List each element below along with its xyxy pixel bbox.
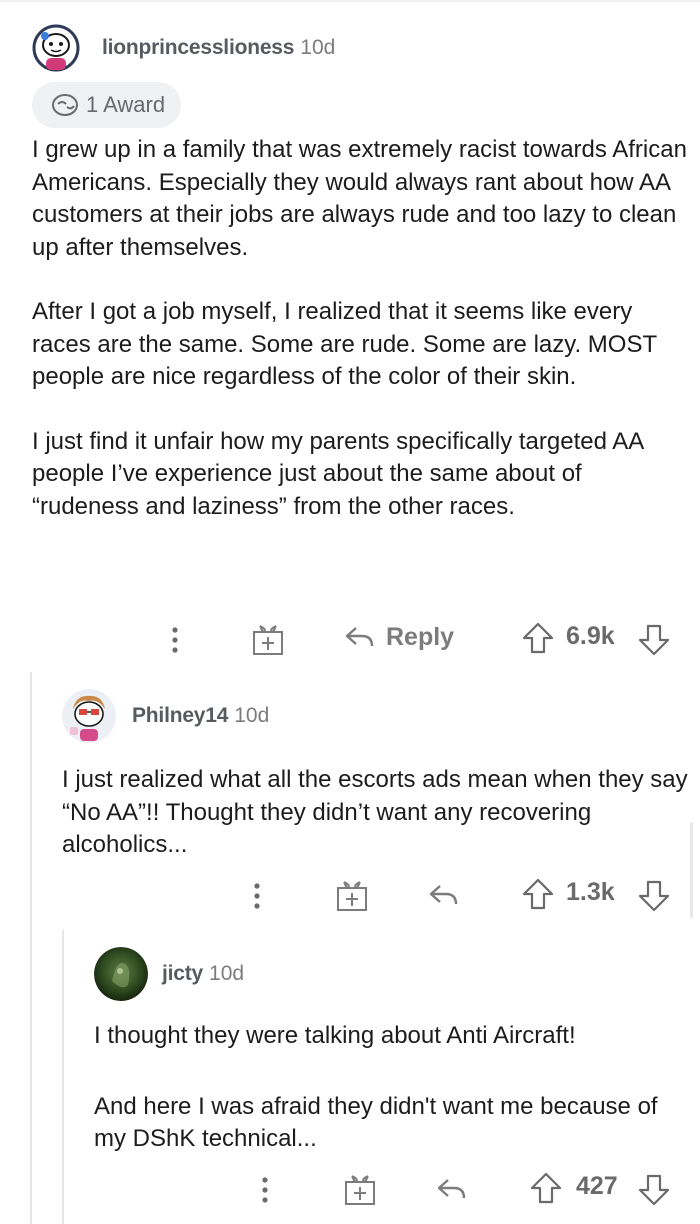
upvote-button[interactable] <box>520 876 556 912</box>
thread-line[interactable] <box>30 672 32 1224</box>
give-award-icon[interactable] <box>342 1172 378 1208</box>
vote-score: 427 <box>576 1172 618 1201</box>
thread-line[interactable] <box>62 930 64 1224</box>
avatar[interactable] <box>62 689 116 743</box>
reply-label: Reply <box>386 622 455 651</box>
comment-header: jicty 10d <box>94 947 694 1001</box>
comment: lionprincesslioness 10d 1 Award I grew u… <box>32 22 692 523</box>
comment-thread: lionprincesslioness 10d 1 Award I grew u… <box>0 0 700 1224</box>
downvote-arrow-icon <box>638 880 670 912</box>
comment-paragraph: I thought they were talking about Anti A… <box>94 1022 576 1049</box>
top-divider <box>0 0 700 2</box>
vote-score: 6.9k <box>566 622 615 651</box>
score-value: 6.9k <box>566 622 615 650</box>
username[interactable]: Philney14 <box>132 704 228 728</box>
timestamp: 10d <box>234 704 270 727</box>
comment-paragraph: I grew up in a family that was extremely… <box>32 136 687 261</box>
username[interactable]: jicty <box>162 962 203 986</box>
give-award-icon[interactable] <box>334 878 370 914</box>
avatar[interactable] <box>94 947 148 1001</box>
reply-button[interactable]: Reply <box>342 622 454 652</box>
upvote-button[interactable] <box>528 1170 564 1206</box>
more-options-icon[interactable] <box>166 624 184 656</box>
more-options-icon[interactable] <box>256 1174 274 1206</box>
vote-score: 1.3k <box>566 878 615 907</box>
downvote-button[interactable] <box>636 1172 672 1208</box>
award-badge[interactable]: 1 Award <box>32 82 182 128</box>
reply-arrow-icon <box>437 1179 466 1199</box>
give-award-icon[interactable] <box>250 622 286 658</box>
downvote-button[interactable] <box>636 878 672 914</box>
reply-arrow-icon <box>429 885 458 905</box>
downvote-button[interactable] <box>636 622 672 658</box>
comment-body: I grew up in a family that was extremely… <box>32 134 692 523</box>
reply-arrow-icon <box>345 627 374 647</box>
timestamp: 10d <box>209 962 245 985</box>
comment-paragraph: I just realized what all the escorts ads… <box>62 766 688 858</box>
comment-paragraph: After I got a job myself, I realized tha… <box>32 298 657 390</box>
comment: jicty 10d I thought they were talking ab… <box>94 947 694 1156</box>
downvote-arrow-icon <box>638 624 670 656</box>
comment-body: I thought they were talking about Anti A… <box>94 1020 694 1156</box>
reply-button[interactable] <box>426 880 460 910</box>
upvote-arrow-icon <box>522 878 554 910</box>
award-icon <box>50 92 80 118</box>
timestamp: 10d <box>300 36 336 59</box>
upvote-button[interactable] <box>520 620 556 656</box>
comment-body: I just realized what all the escorts ads… <box>62 764 692 862</box>
upvote-arrow-icon <box>522 622 554 654</box>
comment: Philney14 10d I just realized what all t… <box>62 689 692 862</box>
comment-paragraph: And here I was afraid they didn't want m… <box>94 1092 658 1153</box>
score-value: 427 <box>576 1172 618 1200</box>
comment-header: Philney14 10d <box>62 689 692 743</box>
more-options-icon[interactable] <box>248 880 266 912</box>
reply-button[interactable] <box>434 1174 468 1204</box>
username[interactable]: lionprincesslioness <box>102 36 294 60</box>
avatar[interactable] <box>32 24 80 72</box>
comment-header: lionprincesslioness 10d <box>32 22 692 74</box>
upvote-arrow-icon <box>530 1172 562 1204</box>
score-value: 1.3k <box>566 878 615 906</box>
comment-paragraph: I just find it unfair how my parents spe… <box>32 427 643 520</box>
downvote-arrow-icon <box>638 1174 670 1206</box>
award-count: 1 Award <box>86 92 166 117</box>
